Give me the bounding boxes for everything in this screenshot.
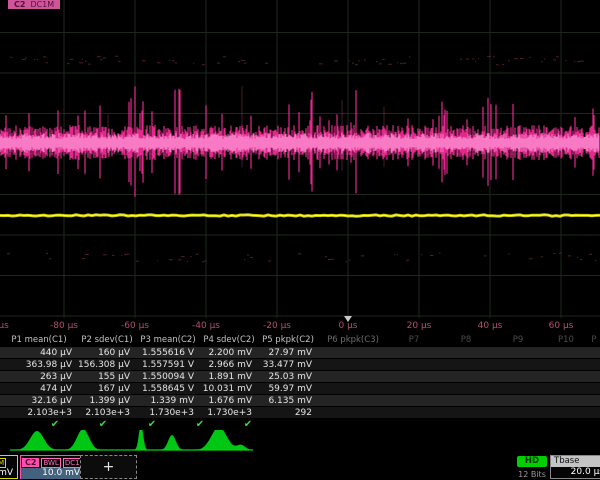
c2-volts-per-div: 10.0 mV xyxy=(21,468,84,479)
measurement-cell: 1.730e+3 xyxy=(200,408,258,418)
time-tick-label: 40 µs xyxy=(478,321,503,331)
measurement-cell: 155 µV xyxy=(78,372,136,382)
time-tick-label: -80 µs xyxy=(50,321,78,331)
measurement-cell: 32.16 µV xyxy=(0,396,78,406)
add-trace-button[interactable]: + xyxy=(80,455,137,479)
measurement-row: 474 µV167 µV1.558645 V10.031 mV59.97 mV xyxy=(0,383,600,395)
measurement-cell: 474 µV xyxy=(0,384,78,394)
measurement-cell: 1.558645 V xyxy=(136,384,200,394)
measurement-cell: 440 µV xyxy=(0,348,78,358)
channel-descriptor-c2[interactable]: C2 BWL DC1M 10.0 mV xyxy=(20,455,85,479)
channel-descriptor-c1[interactable]: C1 DC1M 10.0 mV xyxy=(0,455,18,479)
c1-volts-per-div: 10.0 mV xyxy=(0,468,17,479)
measurement-cell: 2.966 mV xyxy=(200,360,258,370)
measurement-row: 440 µV160 µV1.555616 V2.200 mV27.97 mV xyxy=(0,347,600,359)
measurement-cell: 59.97 mV xyxy=(258,384,318,394)
measurement-cell: 25.03 mV xyxy=(258,372,318,382)
measurement-cell: 1.399 µV xyxy=(78,396,136,406)
time-tick-label: -40 µs xyxy=(192,321,220,331)
c2-extremes-dots xyxy=(7,56,596,261)
trace-label-badge[interactable]: C2 DC1M xyxy=(8,0,60,9)
waveform-canvas[interactable] xyxy=(0,0,600,318)
timebase-descriptor[interactable]: Tbase 20.0 µs xyxy=(550,455,600,479)
measurement-histicons[interactable] xyxy=(0,430,600,456)
measurement-header[interactable]: P5 pkpk(C2) xyxy=(258,335,318,345)
measurement-table[interactable]: P1 mean(C1)P2 sdev(C1)P3 mean(C2)P4 sdev… xyxy=(0,334,600,419)
measurement-header[interactable]: P4 sdev(C2) xyxy=(200,335,258,345)
measurement-row: 263 µV155 µV1.550094 V1.891 mV25.03 mV xyxy=(0,371,600,383)
time-tick-label: -100 µs xyxy=(0,321,9,331)
measurement-cell: 1.550094 V xyxy=(136,372,200,382)
measurement-cell: 1.891 mV xyxy=(200,372,258,382)
trace-badge-label: C2 xyxy=(14,0,25,9)
measurement-header[interactable]: P7 xyxy=(388,335,440,345)
histicon-shape xyxy=(10,430,253,450)
measurement-cell: 156.308 µV xyxy=(78,360,136,370)
measurement-row: 2.103e+32.103e+31.730e+31.730e+3292 xyxy=(0,407,600,419)
measurement-header[interactable]: P6 pkpk(C3) xyxy=(318,335,388,345)
measurement-cell: 10.031 mV xyxy=(200,384,258,394)
waveform-grid[interactable]: C2 DC1M xyxy=(0,0,600,318)
measurement-header[interactable]: P10 xyxy=(544,335,588,345)
measurement-cell: 2.103e+3 xyxy=(78,408,136,418)
measurement-cell: 292 xyxy=(258,408,318,418)
descriptor-bar: C1 DC1M 10.0 mV C2 BWL DC1M 10.0 mV + HD… xyxy=(0,455,600,480)
time-axis: -100 µs -80 µs -60 µs -40 µs -20 µs 0 µs 20 µs… xyxy=(0,318,600,334)
measurement-header[interactable]: P9 xyxy=(492,335,544,345)
measurement-cell: 1.557591 V xyxy=(136,360,200,370)
trace-badge-tag: DC1M xyxy=(30,0,54,9)
trigger-position-marker[interactable] xyxy=(344,316,352,322)
measurement-cell: 160 µV xyxy=(78,348,136,358)
time-tick-label: 0 µs xyxy=(338,321,357,331)
time-tick-label: -20 µs xyxy=(263,321,291,331)
measurement-cell: 33.477 mV xyxy=(258,360,318,370)
hd-bits-label: 12 Bits xyxy=(510,470,554,479)
measurement-cell: 1.339 mV xyxy=(136,396,200,406)
measurement-cell: 1.676 mV xyxy=(200,396,258,406)
measurement-header[interactable]: P1 mean(C1) xyxy=(0,335,78,345)
measurement-header[interactable]: P8 xyxy=(440,335,492,345)
time-tick-label: 60 µs xyxy=(549,321,574,331)
measurement-cell: 2.103e+3 xyxy=(0,408,78,418)
timebase-title: Tbase xyxy=(551,456,600,467)
oscilloscope-screen: C2 DC1M -100 µs -80 µs -60 µs -40 µs -20 µs 0… xyxy=(0,0,600,480)
measurement-cell: 167 µV xyxy=(78,384,136,394)
measurement-cell: 363.98 µV xyxy=(0,360,78,370)
time-tick-label: -60 µs xyxy=(121,321,149,331)
timebase-per-div: 20.0 µs xyxy=(551,467,600,478)
time-tick-label: 20 µs xyxy=(407,321,432,331)
measurement-row: 32.16 µV1.399 µV1.339 mV1.676 mV6.135 mV xyxy=(0,395,600,407)
measurement-header[interactable]: P xyxy=(588,335,600,345)
measurement-cell: 27.97 mV xyxy=(258,348,318,358)
c2-badge: C2 xyxy=(22,458,39,467)
measurement-cell: 2.200 mV xyxy=(200,348,258,358)
c2-bwl-tag: BWL xyxy=(41,458,60,468)
measurement-cell: 263 µV xyxy=(0,372,78,382)
c1-coupling-tag: DC1M xyxy=(0,458,6,468)
measurement-cell: 6.135 mV xyxy=(258,396,318,406)
measurement-cell: 1.730e+3 xyxy=(136,408,200,418)
measurement-cell: 1.555616 V xyxy=(136,348,200,358)
measurement-row: 363.98 µV156.308 µV1.557591 V2.966 mV33.… xyxy=(0,359,600,371)
measurement-header[interactable]: P2 sdev(C1) xyxy=(78,335,136,345)
hd-mode-badge[interactable]: HD xyxy=(517,456,547,467)
measurement-header[interactable]: P3 mean(C2) xyxy=(136,335,200,345)
measurement-header-row: P1 mean(C1)P2 sdev(C1)P3 mean(C2)P4 sdev… xyxy=(0,334,600,347)
